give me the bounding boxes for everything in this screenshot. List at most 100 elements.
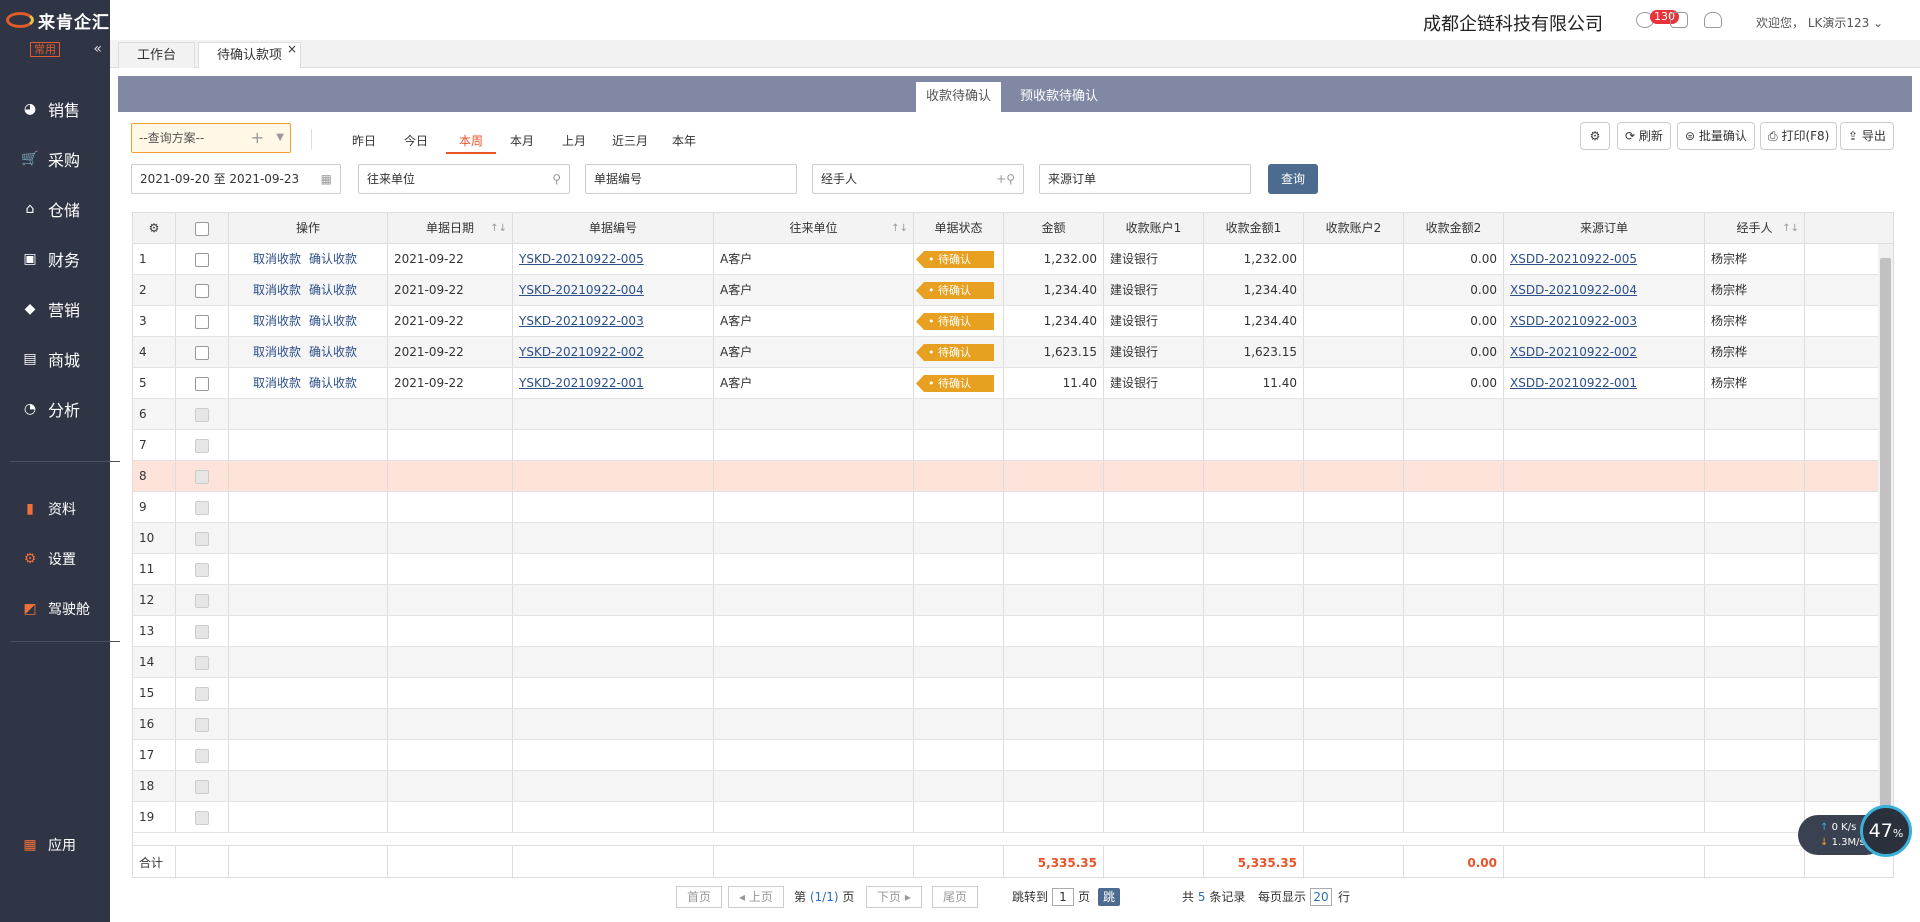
source-order-link[interactable]: XSDD-20210922-001: [1510, 376, 1637, 390]
row-checkbox[interactable]: [195, 624, 209, 639]
row-checkbox[interactable]: [195, 345, 209, 360]
table-row[interactable]: 8: [133, 461, 1880, 492]
row-checkbox[interactable]: [195, 686, 209, 701]
header-date[interactable]: 单据日期 ↑↓: [388, 213, 513, 243]
prev-page-button[interactable]: ◂ 上页: [728, 886, 784, 908]
date-range-field[interactable]: 2021-09-20 至 2021-09-23 ▦: [131, 164, 341, 194]
row-checkbox[interactable]: [195, 748, 209, 763]
network-speed-widget[interactable]: ↑ 0 K/s ↓ 1.3M/s 47%: [1798, 805, 1912, 859]
bill-number-link[interactable]: YSKD-20210922-005: [519, 252, 644, 266]
cancel-receipt-link[interactable]: 取消收款: [253, 283, 301, 297]
nav-finance[interactable]: ▣ 财务: [0, 234, 110, 284]
select-all-checkbox[interactable]: [195, 221, 209, 236]
tab-receipt-pending[interactable]: 收款待确认: [916, 82, 1002, 112]
bill-number-link[interactable]: YSKD-20210922-003: [519, 314, 644, 328]
quick-today[interactable]: 今日: [394, 132, 438, 154]
row-checkbox[interactable]: [195, 283, 209, 298]
quick-this-week[interactable]: 本周: [446, 132, 496, 154]
row-checkbox[interactable]: [195, 252, 209, 267]
headset-icon[interactable]: [1704, 12, 1722, 28]
sort-icon[interactable]: ↑↓: [490, 213, 507, 243]
table-row[interactable]: 6: [133, 399, 1880, 430]
last-page-button[interactable]: 尾页: [932, 886, 979, 908]
row-checkbox[interactable]: [195, 500, 209, 515]
table-row[interactable]: 11: [133, 554, 1880, 585]
nav-warehouse[interactable]: ⌂ 仓储: [0, 184, 110, 234]
confirm-receipt-link[interactable]: 确认收款: [309, 345, 357, 359]
nav-marketing[interactable]: ◆ 营销: [0, 284, 110, 334]
jump-page-input[interactable]: 1: [1052, 888, 1074, 906]
header-handler[interactable]: 经手人 ↑↓: [1705, 213, 1805, 243]
table-row[interactable]: 13: [133, 616, 1880, 647]
confirm-receipt-link[interactable]: 确认收款: [309, 314, 357, 328]
welcome-user[interactable]: 欢迎您， LK演示123 ⌄: [1756, 14, 1883, 31]
partner-field[interactable]: 往来单位 ⚲: [358, 164, 570, 194]
nav-analysis[interactable]: ◔ 分析: [0, 384, 110, 434]
table-row[interactable]: 5 取消收款 确认收款 2021-09-22 YSKD-20210922-001 A客户 •…: [133, 368, 1880, 399]
print-button[interactable]: ⎙ 打印(F8): [1760, 122, 1838, 150]
nav-data[interactable]: ▮ 资料: [0, 484, 110, 534]
bill-number-link[interactable]: YSKD-20210922-001: [519, 376, 644, 390]
collapse-sidebar-icon[interactable]: «: [93, 41, 102, 57]
cancel-receipt-link[interactable]: 取消收款: [253, 376, 301, 390]
refresh-button[interactable]: ⟳ 刷新: [1617, 122, 1671, 150]
bill-number-field[interactable]: 单据编号: [585, 164, 797, 194]
quick-last-three-months[interactable]: 近三月: [602, 132, 658, 154]
row-checkbox[interactable]: [195, 469, 209, 484]
table-row[interactable]: 17: [133, 740, 1880, 771]
quick-last-month[interactable]: 上月: [552, 132, 596, 154]
row-checkbox[interactable]: [195, 810, 209, 825]
table-row[interactable]: 19: [133, 802, 1880, 833]
table-row[interactable]: 7: [133, 430, 1880, 461]
nav-settings[interactable]: ⚙ 设置: [0, 534, 110, 584]
close-tab-icon[interactable]: ×: [287, 36, 297, 62]
batch-confirm-button[interactable]: ⊜ 批量确认: [1677, 122, 1755, 150]
vertical-scrollbar[interactable]: [1878, 244, 1893, 845]
confirm-receipt-link[interactable]: 确认收款: [309, 252, 357, 266]
first-page-button[interactable]: 首页: [676, 886, 723, 908]
row-checkbox[interactable]: [195, 407, 209, 422]
nav-sales[interactable]: ◕ 销售: [0, 84, 110, 134]
row-checkbox[interactable]: [195, 717, 209, 732]
tab-workbench[interactable]: 工作台: [118, 42, 196, 68]
tab-prepayment-pending[interactable]: 预收款待确认: [1010, 82, 1108, 112]
column-settings-icon[interactable]: ⚙: [133, 213, 176, 243]
row-checkbox[interactable]: [195, 376, 209, 391]
table-row[interactable]: 14: [133, 647, 1880, 678]
table-row[interactable]: 18: [133, 771, 1880, 802]
row-checkbox[interactable]: [195, 655, 209, 670]
jump-button[interactable]: 跳转: [1098, 888, 1121, 922]
table-row[interactable]: 10: [133, 523, 1880, 554]
cancel-receipt-link[interactable]: 取消收款: [253, 345, 301, 359]
nav-purchase[interactable]: 🛒 采购: [0, 134, 110, 184]
source-order-link[interactable]: XSDD-20210922-005: [1510, 252, 1637, 266]
table-row[interactable]: 1 取消收款 确认收款 2021-09-22 YSKD-20210922-005 A客户 •…: [133, 244, 1880, 275]
table-row[interactable]: 2 取消收款 确认收款 2021-09-22 YSKD-20210922-004 A客户 •…: [133, 275, 1880, 306]
table-row[interactable]: 3 取消收款 确认收款 2021-09-22 YSKD-20210922-003 A客户 •…: [133, 306, 1880, 337]
table-row[interactable]: 16: [133, 709, 1880, 740]
table-row[interactable]: 9: [133, 492, 1880, 523]
row-checkbox[interactable]: [195, 438, 209, 453]
calendar-icon[interactable]: ▦: [321, 165, 332, 193]
next-page-button[interactable]: 下页 ▸: [866, 886, 922, 908]
nav-mall[interactable]: ▤ 商城: [0, 334, 110, 384]
row-checkbox[interactable]: [195, 562, 209, 577]
table-row[interactable]: 15: [133, 678, 1880, 709]
source-order-link[interactable]: XSDD-20210922-003: [1510, 314, 1637, 328]
add-search-icon[interactable]: +⚲: [996, 165, 1015, 193]
sort-icon[interactable]: ↑↓: [1782, 213, 1799, 243]
confirm-receipt-link[interactable]: 确认收款: [309, 376, 357, 390]
table-row[interactable]: 12: [133, 585, 1880, 616]
export-button[interactable]: ⇪ 导出: [1840, 122, 1894, 150]
confirm-receipt-link[interactable]: 确认收款: [309, 283, 357, 297]
query-button[interactable]: 查询: [1268, 164, 1318, 194]
tab-pending-payments[interactable]: 待确认款项 ×: [198, 42, 302, 68]
row-checkbox[interactable]: [195, 593, 209, 608]
table-row[interactable]: 4 取消收款 确认收款 2021-09-22 YSKD-20210922-002 A客户 •…: [133, 337, 1880, 368]
bill-number-link[interactable]: YSKD-20210922-002: [519, 345, 644, 359]
sort-icon[interactable]: ↑↓: [891, 213, 908, 243]
row-checkbox[interactable]: [195, 531, 209, 546]
source-order-link[interactable]: XSDD-20210922-002: [1510, 345, 1637, 359]
bill-number-link[interactable]: YSKD-20210922-004: [519, 283, 644, 297]
quick-this-year[interactable]: 本年: [662, 132, 706, 154]
